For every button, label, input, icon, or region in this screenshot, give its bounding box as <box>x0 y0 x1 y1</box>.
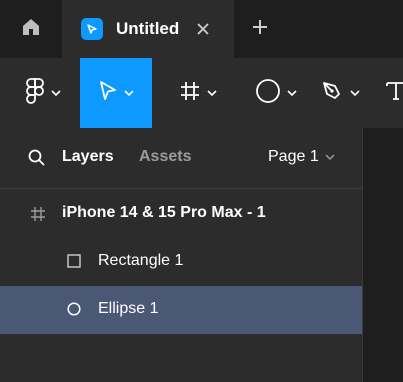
file-tab-title: Untitled <box>116 19 180 38</box>
figma-file-icon <box>81 18 103 40</box>
cursor-icon <box>98 80 118 107</box>
page-selector-label: Page 1 <box>268 148 319 165</box>
ellipse-icon <box>255 78 281 109</box>
text-tool-button[interactable] <box>384 58 403 128</box>
tab-bar: Untitled <box>0 0 403 58</box>
tab-assets[interactable]: Assets <box>139 148 191 166</box>
chevron-down-icon <box>124 90 134 96</box>
canvas-area[interactable] <box>362 128 403 382</box>
plus-icon <box>251 18 269 41</box>
chevron-down-icon <box>325 154 335 160</box>
search-icon[interactable] <box>28 149 46 172</box>
layer-row-frame[interactable]: iPhone 14 & 15 Pro Max - 1 <box>0 190 362 238</box>
chevron-down-icon <box>51 90 61 96</box>
file-tab[interactable]: Untitled <box>62 0 234 58</box>
pen-tool-button[interactable] <box>312 58 368 128</box>
pen-icon <box>320 79 344 108</box>
panel-header: Layers Assets Page 1 <box>0 128 362 189</box>
toolbar <box>0 58 403 128</box>
home-button[interactable] <box>0 0 62 58</box>
rectangle-icon <box>67 254 81 273</box>
figma-logo-icon <box>25 77 45 109</box>
main-menu-button[interactable] <box>12 58 74 128</box>
page-selector[interactable]: Page 1 <box>268 148 335 166</box>
layer-row-rectangle[interactable]: Rectangle 1 <box>0 238 362 286</box>
frame-hash-icon <box>30 206 46 227</box>
chevron-down-icon <box>350 90 360 96</box>
chevron-down-icon <box>207 90 217 96</box>
new-tab-button[interactable] <box>248 17 272 41</box>
move-tool-button[interactable] <box>80 58 152 128</box>
layer-row-ellipse[interactable]: Ellipse 1 <box>0 286 362 334</box>
shape-tool-button[interactable] <box>240 58 312 128</box>
frame-hash-icon <box>179 80 201 107</box>
layers-panel: Layers Assets Page 1 iPhone 14 & 15 Pro … <box>0 128 362 382</box>
text-icon <box>384 79 403 108</box>
layer-name: iPhone 14 & 15 Pro Max - 1 <box>62 204 266 221</box>
tab-layers[interactable]: Layers <box>62 148 114 166</box>
close-icon[interactable] <box>193 19 213 39</box>
home-icon <box>21 17 41 42</box>
frame-tool-button[interactable] <box>163 58 233 128</box>
chevron-down-icon <box>287 90 297 96</box>
ellipse-icon <box>67 302 81 321</box>
layer-name: Ellipse 1 <box>98 300 159 317</box>
layer-name: Rectangle 1 <box>98 252 184 269</box>
